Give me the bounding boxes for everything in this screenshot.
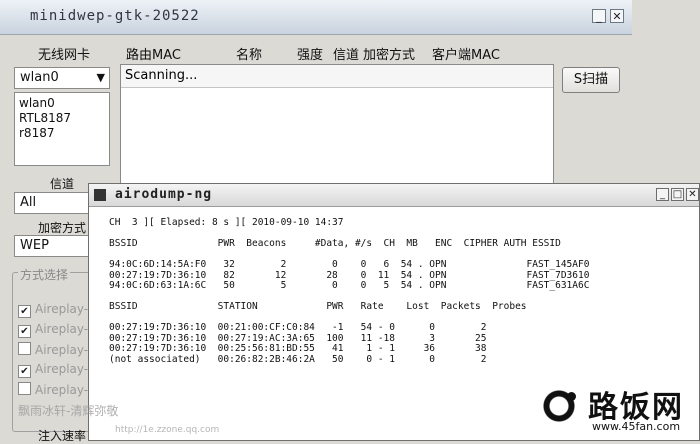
header-encryption: 加密方式	[363, 48, 416, 63]
maximize-icon[interactable]: □	[671, 188, 684, 201]
scan-results-list[interactable]: Scanning...	[120, 64, 554, 194]
minimize-icon[interactable]: _	[592, 9, 606, 23]
checkbox-empty-icon	[18, 342, 31, 355]
scan-status: Scanning...	[121, 65, 553, 88]
table-row: 00:27:19:7D:36:10 00:25:56:81:BD:55 41 1…	[109, 343, 487, 354]
close-icon[interactable]: ✕	[610, 9, 624, 23]
inject-rate-label: 注入速率	[38, 429, 87, 443]
mode-checkbox-1[interactable]: ✔ Aireplay-r	[18, 302, 93, 318]
status-line: CH 3 ][ Elapsed: 8 s ][ 2010-09-10 14:37	[109, 217, 344, 228]
airodump-titlebar[interactable]: airodump-ng _ □ ✕	[89, 184, 699, 207]
encryption-select[interactable]: WEP	[14, 235, 90, 257]
brand-url: www.45fan.com	[592, 420, 681, 433]
channel-select-value: All	[20, 195, 37, 210]
table-row: 00:27:19:7D:36:10 00:21:00:CF:C0:84 -1 5…	[109, 322, 487, 333]
channel-select[interactable]: All	[14, 192, 90, 214]
checkbox-empty-icon	[18, 382, 31, 395]
mode-group-title: 方式选择	[18, 266, 71, 283]
table-row: (not associated) 00:26:82:2B:46:2A 50 0 …	[109, 353, 487, 365]
mode-label: Aireplay-r	[35, 362, 94, 376]
adapter-select[interactable]: wlan0 ▼	[14, 67, 110, 89]
header-name: 名称	[236, 48, 263, 63]
table-row: 94:0C:6D:63:1A:6C 50 5 0 0 5 54 . OPN FA…	[109, 280, 590, 291]
minimize-icon[interactable]: _	[656, 188, 669, 201]
mode-checkbox-5[interactable]: Aireplay-r	[18, 382, 93, 397]
mode-label: Aireplay-r	[35, 343, 94, 357]
watermark-left-url: http://1e.zzone.qq.com	[115, 425, 220, 435]
mode-label: Aireplay-r	[35, 322, 94, 336]
adapter-list[interactable]: wlan0 RTL8187 r8187	[14, 92, 110, 166]
mode-label: Aireplay-r	[35, 302, 94, 316]
adapter-select-value: wlan0	[20, 70, 59, 85]
header-strength: 强度	[297, 48, 324, 63]
list-item[interactable]: r8187	[19, 126, 105, 141]
checkbox-checked-icon: ✔	[18, 365, 31, 378]
chevron-down-icon: ▼	[96, 71, 105, 84]
encryption-select-value: WEP	[20, 238, 49, 253]
list-item[interactable]: wlan0 RTL8187	[19, 96, 105, 126]
close-icon[interactable]: ✕	[686, 188, 699, 201]
mode-checkbox-2[interactable]: ✔ Aireplay-r	[18, 322, 93, 338]
channel-label: 信道	[50, 177, 75, 191]
checkbox-checked-icon: ✔	[18, 305, 31, 318]
brand-logo-icon	[536, 383, 582, 429]
brand-logo-dot	[567, 392, 576, 401]
ap-table-header: BSSID PWR Beacons #Data, #/s CH MB ENC C…	[109, 238, 561, 249]
mode-checkbox-4[interactable]: ✔ Aireplay-r	[18, 362, 93, 378]
window-title: minidwep-gtk-20522	[30, 8, 200, 24]
header-adapter: 无线网卡	[38, 48, 91, 63]
minidwep-titlebar[interactable]: minidwep-gtk-20522 _ ✕	[0, 0, 632, 35]
mode-label: Aireplay-r	[35, 383, 94, 397]
watermark-left-text: 飘雨冰轩-清辉弥敬	[18, 404, 119, 418]
window-title: airodump-ng	[115, 187, 213, 202]
encryption-label: 加密方式	[38, 221, 87, 235]
terminal-icon	[94, 189, 106, 201]
checkbox-checked-icon: ✔	[18, 325, 31, 338]
header-client-mac: 客户端MAC	[432, 48, 500, 63]
scan-button[interactable]: S扫描	[562, 67, 620, 93]
station-table-header: BSSID STATION PWR Rate Lost Packets Prob…	[109, 301, 527, 312]
header-router-mac: 路由MAC	[126, 48, 181, 63]
mode-checkbox-3[interactable]: Aireplay-r	[18, 342, 93, 357]
table-row: 94:0C:6D:14:5A:F0 32 2 0 0 6 54 . OPN FA…	[109, 259, 590, 270]
header-channel: 信道	[333, 48, 360, 63]
terminal-output[interactable]: CH 3 ][ Elapsed: 8 s ][ 2010-09-10 14:37…	[109, 217, 590, 365]
